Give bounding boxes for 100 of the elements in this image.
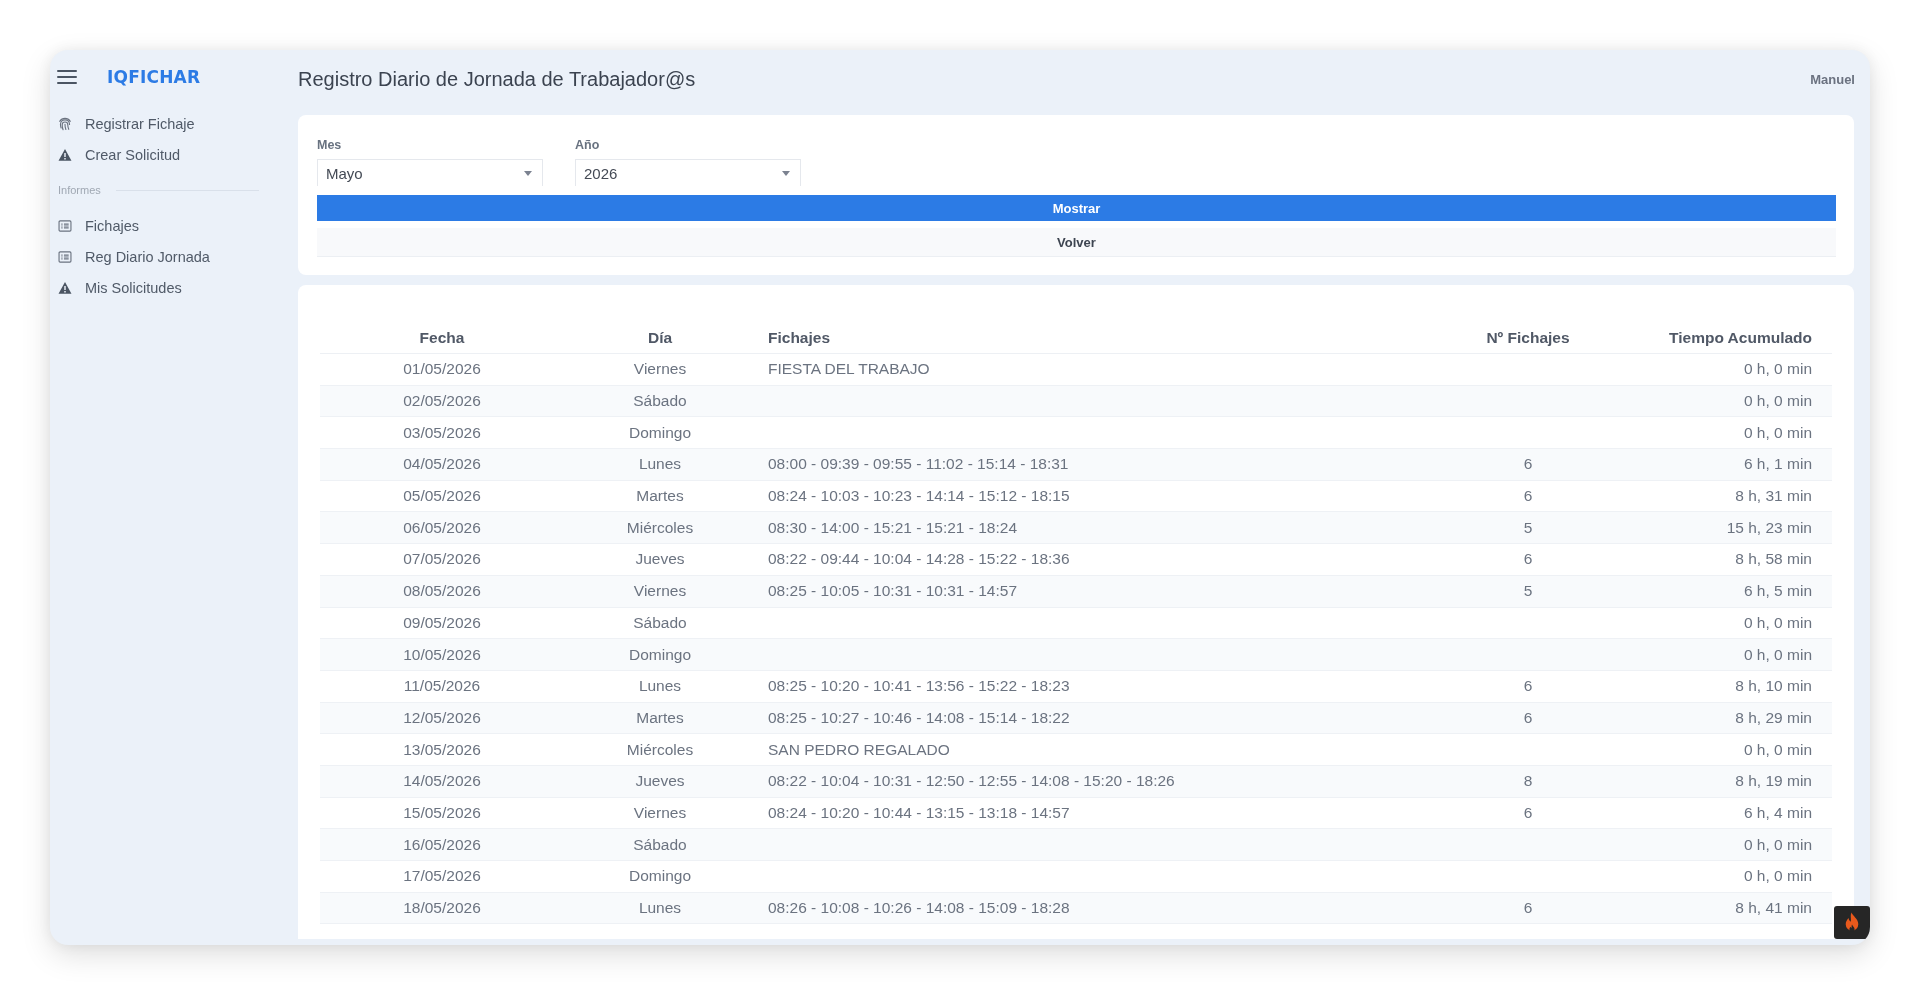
accumulated-time-text: 0 h, 0 min	[1743, 835, 1812, 853]
weekday-text: Sábado	[633, 392, 687, 410]
page-title: Registro Diario de Jornada de Trabajador@s	[298, 67, 696, 91]
punch-count-text: 8	[1523, 772, 1533, 790]
column-header: Tiempo Acumulado	[1669, 329, 1812, 346]
weekday-text: Miércoles	[626, 518, 694, 536]
accumulated-time-text: 8 h, 19 min	[1735, 772, 1812, 790]
caret-icon	[782, 170, 790, 176]
punch-count-text: 6	[1523, 550, 1533, 568]
punch-count-text: 6	[1523, 803, 1533, 821]
punch-times-text: 08:22 - 10:04 - 10:31 - 12:50 - 12:55 - 14:08 - 15:20 - 18:26	[768, 772, 1175, 790]
punch-count-text: 6	[1523, 708, 1533, 726]
weekday-text: Martes	[636, 708, 684, 726]
accumulated-time-text: 6 h, 1 min	[1743, 455, 1812, 473]
list-icon	[58, 218, 72, 233]
date-text: 02/05/2026	[403, 392, 481, 410]
punch-times-text: 08:26 - 10:08 - 10:26 - 14:08 - 15:09 - 18:28	[768, 899, 1070, 917]
flame-icon[interactable]	[1834, 906, 1870, 939]
weekday-text: Lunes	[638, 677, 682, 695]
accumulated-time-text: 8 h, 10 min	[1735, 677, 1812, 695]
sidebar-item[interactable]: Mis Solicitudes	[58, 272, 182, 303]
punch-count-text: 5	[1523, 518, 1533, 536]
punch-times-text: FIESTA DEL TRABAJO	[768, 360, 930, 378]
punch-times-text: 08:25 - 10:05 - 10:31 - 10:31 - 14:57	[768, 582, 1018, 600]
date-text: 05/05/2026	[403, 487, 481, 505]
date-text: 03/05/2026	[403, 423, 481, 441]
accumulated-time-text: 0 h, 0 min	[1743, 423, 1812, 441]
menu-icon[interactable]	[57, 70, 77, 84]
weekday-text: Lunes	[638, 455, 682, 473]
accumulated-time-text: 15 h, 23 min	[1726, 518, 1812, 536]
accumulated-time-text: 8 h, 58 min	[1735, 550, 1812, 568]
fingerprint-icon	[58, 116, 72, 131]
column-header: Día	[647, 329, 673, 346]
accumulated-time-text: 0 h, 0 min	[1743, 740, 1812, 758]
column-header: Nº Fichajes	[1486, 329, 1570, 346]
warning-icon	[58, 147, 72, 162]
app-logo[interactable]: IQFICHAR	[107, 67, 201, 87]
date-text: 10/05/2026	[403, 645, 481, 663]
weekday-text: Domingo	[629, 645, 691, 663]
show-button[interactable]: Mostrar	[317, 195, 1836, 221]
date-text: 04/05/2026	[403, 455, 481, 473]
caret-icon	[524, 170, 532, 176]
accumulated-time-text: 0 h, 0 min	[1743, 360, 1812, 378]
month-select[interactable]: Mayo	[317, 159, 543, 186]
punch-count-text: 6	[1523, 677, 1533, 695]
weekday-text: Lunes	[638, 899, 682, 917]
user-name[interactable]: Manuel	[1810, 71, 1855, 87]
section-label: Informes	[58, 184, 101, 196]
weekday-text: Viernes	[633, 360, 687, 378]
punch-count-text: 6	[1523, 899, 1533, 917]
sidebar-item[interactable]: Fichajes	[58, 210, 139, 241]
list-icon	[58, 249, 72, 264]
column-header: Fichajes	[768, 329, 831, 346]
date-text: 18/05/2026	[403, 899, 481, 917]
punch-times-text: 08:00 - 09:39 - 09:55 - 11:02 - 15:14 - 18:31	[768, 455, 1069, 473]
accumulated-time-text: 6 h, 5 min	[1743, 582, 1812, 600]
date-text: 01/05/2026	[403, 360, 481, 378]
accumulated-time-text: 8 h, 29 min	[1735, 708, 1812, 726]
weekday-text: Sábado	[633, 835, 687, 853]
accumulated-time-text: 8 h, 41 min	[1735, 899, 1812, 917]
accumulated-time-text: 0 h, 0 min	[1743, 613, 1812, 631]
field-label: Mes	[317, 138, 342, 152]
date-text: 17/05/2026	[403, 867, 481, 885]
date-text: 13/05/2026	[403, 740, 481, 758]
weekday-text: Jueves	[635, 772, 685, 790]
weekday-text: Domingo	[629, 867, 691, 885]
weekday-text: Viernes	[633, 582, 687, 600]
weekday-text: Jueves	[635, 550, 685, 568]
weekday-text: Viernes	[633, 803, 687, 821]
date-text: 15/05/2026	[403, 803, 481, 821]
weekday-text: Sábado	[633, 613, 687, 631]
weekday-text: Martes	[636, 487, 684, 505]
punch-times-text: SAN PEDRO REGALADO	[768, 740, 950, 758]
accumulated-time-text: 6 h, 4 min	[1743, 803, 1812, 821]
year-select[interactable]: 2026	[575, 159, 801, 186]
punch-times-text: 08:25 - 10:20 - 10:41 - 13:56 - 15:22 - 18:23	[768, 677, 1070, 695]
punch-times-text: 08:30 - 14:00 - 15:21 - 15:21 - 18:24	[768, 518, 1018, 536]
date-text: 12/05/2026	[403, 708, 481, 726]
weekday-text: Domingo	[629, 423, 691, 441]
sidebar-item[interactable]: Crear Solicitud	[58, 139, 181, 170]
punch-times-text: 08:24 - 10:20 - 10:44 - 13:15 - 13:18 - 14:57	[768, 803, 1070, 821]
warning-icon	[58, 280, 72, 295]
punch-count-text: 5	[1523, 582, 1533, 600]
field-label: Año	[575, 138, 600, 152]
accumulated-time-text: 8 h, 31 min	[1735, 487, 1812, 505]
date-text: 06/05/2026	[403, 518, 481, 536]
punch-times-text: 08:24 - 10:03 - 10:23 - 14:14 - 15:12 - 18:15	[768, 487, 1070, 505]
sidebar-item[interactable]: Reg Diario Jornada	[58, 241, 210, 272]
date-text: 16/05/2026	[403, 835, 481, 853]
punch-times-text: 08:25 - 10:27 - 10:46 - 14:08 - 15:14 - 18:22	[768, 708, 1070, 726]
accumulated-time-text: 0 h, 0 min	[1743, 867, 1812, 885]
back-button[interactable]: Volver	[317, 228, 1836, 257]
date-text: 07/05/2026	[403, 550, 481, 568]
date-text: 14/05/2026	[403, 772, 481, 790]
sidebar-item[interactable]: Registrar Fichaje	[58, 108, 195, 139]
date-text: 08/05/2026	[403, 582, 481, 600]
accumulated-time-text: 0 h, 0 min	[1743, 645, 1812, 663]
weekday-text: Miércoles	[626, 740, 694, 758]
date-text: 11/05/2026	[403, 677, 481, 695]
column-header: Fecha	[419, 329, 465, 346]
